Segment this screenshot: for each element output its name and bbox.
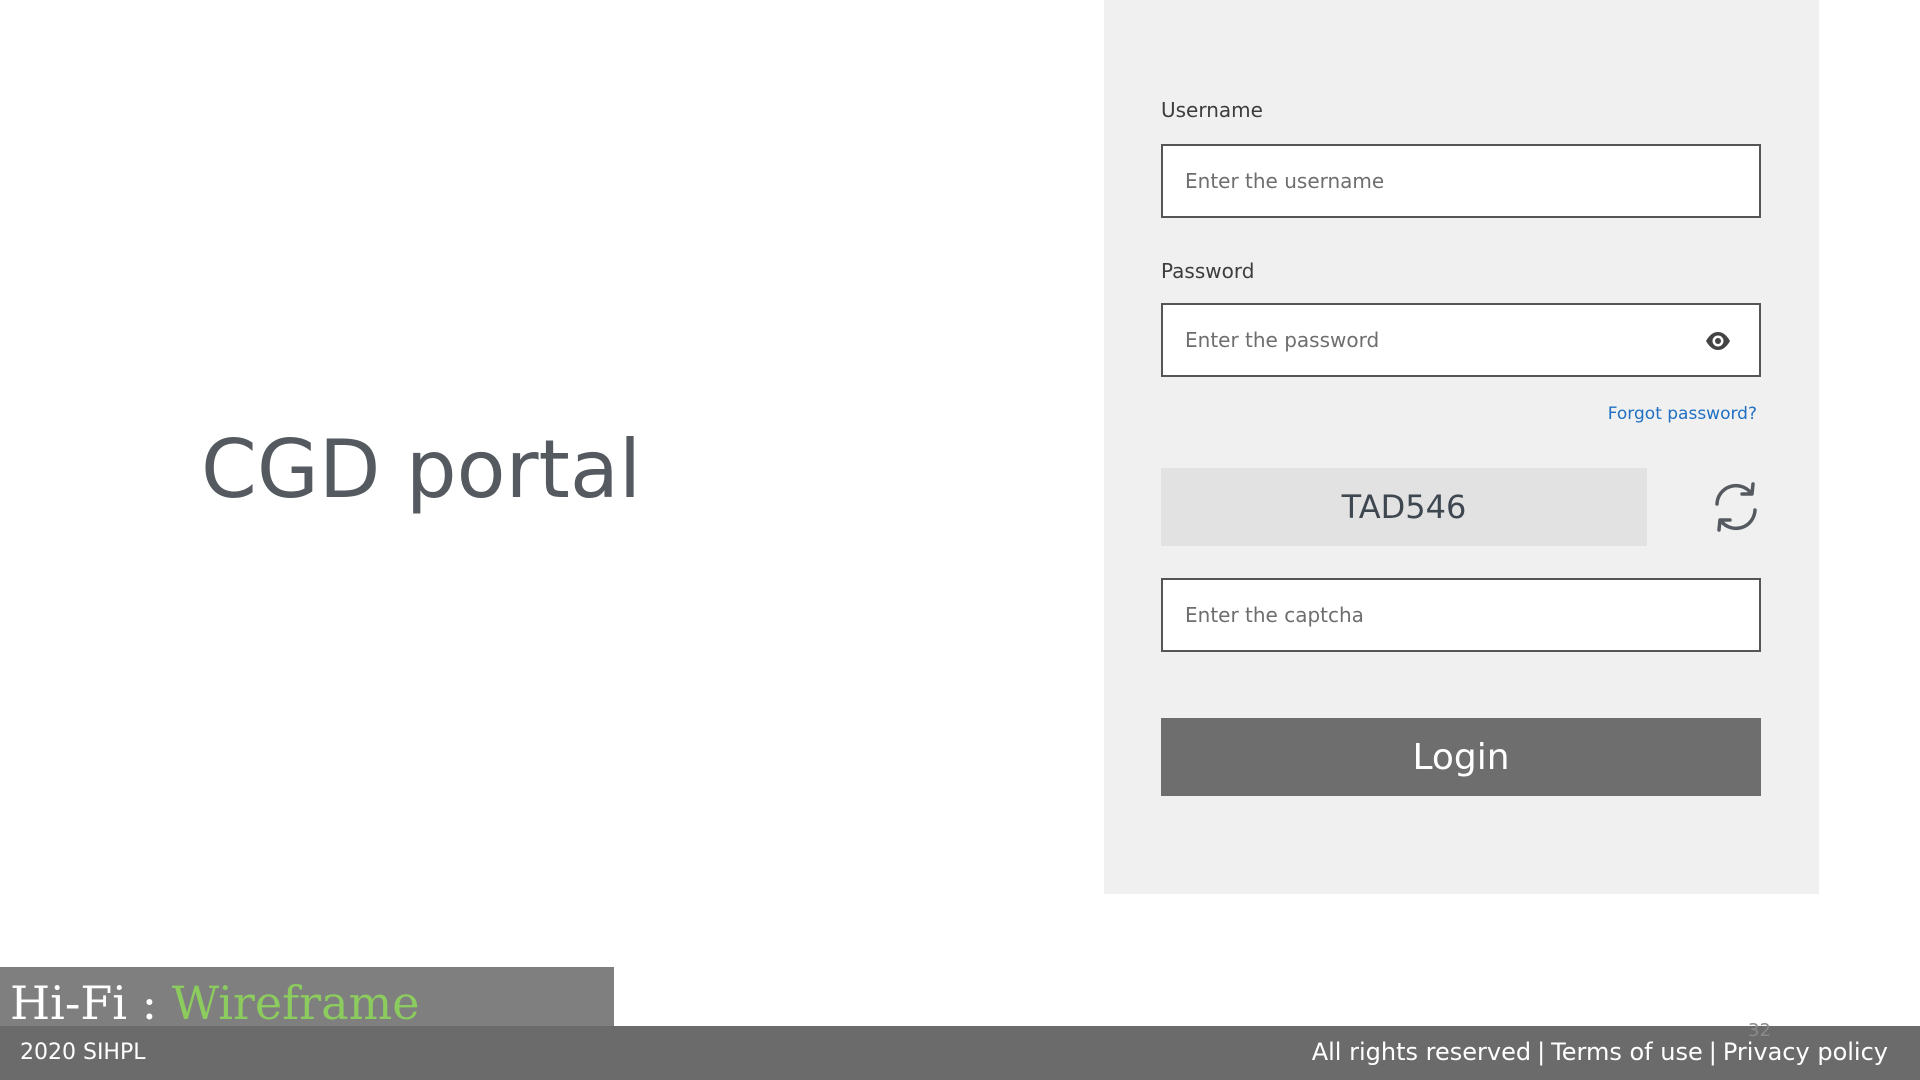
captcha-display: TAD546 [1161, 468, 1647, 546]
forgot-password-link[interactable]: Forgot password? [1608, 404, 1757, 424]
portal-title: CGD portal [201, 423, 642, 516]
footer-separator: | [1537, 1038, 1546, 1066]
footer-separator: | [1708, 1038, 1717, 1066]
username-field-box [1161, 144, 1761, 218]
eye-icon[interactable] [1705, 331, 1731, 351]
footer-link-terms-of-use[interactable]: Terms of use [1551, 1038, 1703, 1066]
footer: 2020 SIHPL All rights reserved | Terms o… [0, 1026, 1920, 1080]
username-label: Username [1161, 98, 1263, 122]
username-input[interactable] [1163, 146, 1759, 216]
captcha-input[interactable] [1163, 580, 1759, 650]
footer-link-all-rights-reserved[interactable]: All rights reserved [1312, 1038, 1531, 1066]
login-panel: Username Password Forgot password? TAD54… [1104, 0, 1819, 894]
wireframe-tag-accent: Wireframe [171, 976, 420, 1030]
slide-page-number: 32 [1748, 1020, 1771, 1041]
footer-copyright: 2020 SIHPL [20, 1040, 146, 1065]
login-page: CGD portal Username Password Forgot pass… [0, 0, 1920, 1080]
refresh-icon[interactable] [1709, 480, 1763, 534]
password-field-box [1161, 303, 1761, 377]
captcha-field-box [1161, 578, 1761, 652]
wireframe-tag-prefix: Hi-Fi : [10, 976, 172, 1030]
footer-link-privacy-policy[interactable]: Privacy policy [1723, 1038, 1888, 1066]
captcha-text: TAD546 [1341, 488, 1467, 526]
password-input[interactable] [1163, 305, 1759, 375]
login-button[interactable]: Login [1161, 718, 1761, 796]
password-label: Password [1161, 259, 1255, 283]
footer-links: All rights reserved | Terms of use | Pri… [1312, 1038, 1888, 1066]
